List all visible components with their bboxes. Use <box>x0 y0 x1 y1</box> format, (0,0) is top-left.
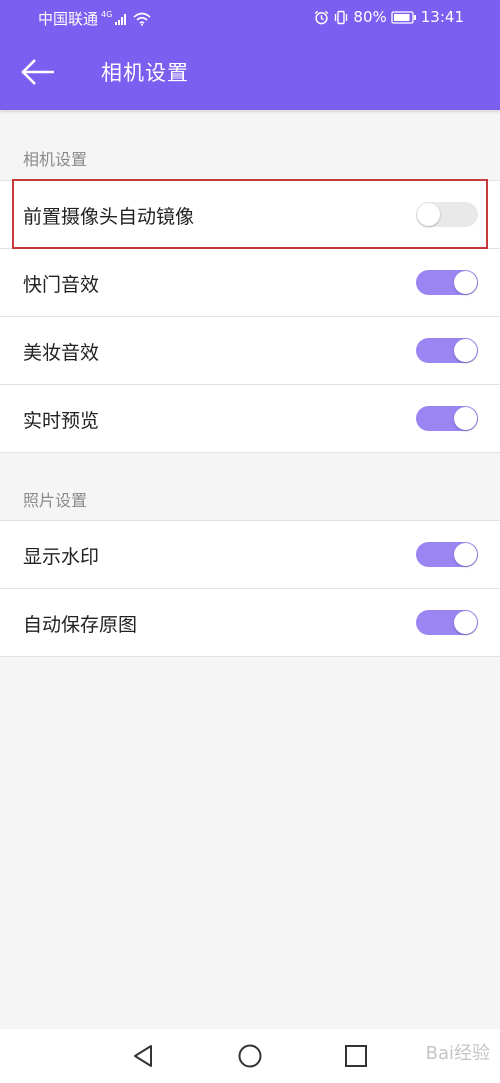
setting-label: 自动保存原图 <box>23 614 138 636</box>
toggle-knob <box>454 339 477 362</box>
toggle-knob <box>454 407 477 430</box>
setting-label: 实时预览 <box>23 410 100 432</box>
back-button[interactable] <box>18 54 58 90</box>
wifi-icon <box>133 12 151 26</box>
setting-label: 显示水印 <box>23 546 100 568</box>
section-header-photo: 照片设置 <box>23 491 88 510</box>
setting-row-live-preview[interactable]: 实时预览 <box>0 385 500 453</box>
vibrate-icon <box>335 10 348 24</box>
navigation-bar: Bai经验 <box>0 1029 500 1083</box>
toggle-knob <box>454 543 477 566</box>
setting-label: 美妆音效 <box>23 342 100 364</box>
setting-row-watermark[interactable]: 显示水印 <box>0 521 500 589</box>
alarm-icon <box>315 10 329 24</box>
setting-row-makeup-sound[interactable]: 美妆音效 <box>0 317 500 385</box>
carrier-label: 中国联通 <box>38 10 99 28</box>
page-title: 相机设置 <box>101 61 189 85</box>
app-bar: 相机设置 <box>0 34 500 110</box>
setting-row-shutter-sound[interactable]: 快门音效 <box>0 249 500 317</box>
toggle-knob <box>417 203 440 226</box>
battery-icon <box>391 10 416 24</box>
front-mirror-toggle[interactable] <box>416 202 478 227</box>
nav-back-button[interactable] <box>129 1041 159 1071</box>
section-header-camera: 相机设置 <box>23 150 88 169</box>
watermark-text: Bai经验 <box>425 1043 490 1064</box>
signal-icon <box>115 13 127 25</box>
clock: 13:41 <box>420 8 464 26</box>
setting-row-save-original[interactable]: 自动保存原图 <box>0 589 500 657</box>
status-bar: 中国联通 4G 80% 13:41 <box>0 0 500 34</box>
arrow-left-icon <box>21 59 54 85</box>
live-preview-toggle[interactable] <box>416 406 478 431</box>
toggle-knob <box>454 271 477 294</box>
makeup-sound-toggle[interactable] <box>416 338 478 363</box>
circle-home-icon <box>238 1044 262 1068</box>
setting-label: 前置摄像头自动镜像 <box>23 206 195 228</box>
status-right: 80% 13:41 <box>314 8 464 26</box>
nav-home-button[interactable] <box>235 1041 265 1071</box>
toggle-knob <box>454 611 477 634</box>
battery-percent: 80% <box>353 8 387 26</box>
triangle-back-icon <box>134 1045 152 1067</box>
save-original-toggle[interactable] <box>416 610 478 635</box>
status-left: 中国联通 4G <box>38 8 151 29</box>
shutter-sound-toggle[interactable] <box>416 270 478 295</box>
photo-settings-list: 显示水印 自动保存原图 <box>0 520 500 657</box>
square-recents-icon <box>345 1045 367 1067</box>
camera-settings-list: 前置摄像头自动镜像 快门音效 美妆音效 实时预览 <box>0 180 500 453</box>
nav-recents-button[interactable] <box>341 1041 371 1071</box>
setting-row-front-mirror[interactable]: 前置摄像头自动镜像 <box>0 181 500 249</box>
watermark-toggle[interactable] <box>416 542 478 567</box>
network-type-label: 4G <box>101 9 113 19</box>
setting-label: 快门音效 <box>23 274 100 296</box>
